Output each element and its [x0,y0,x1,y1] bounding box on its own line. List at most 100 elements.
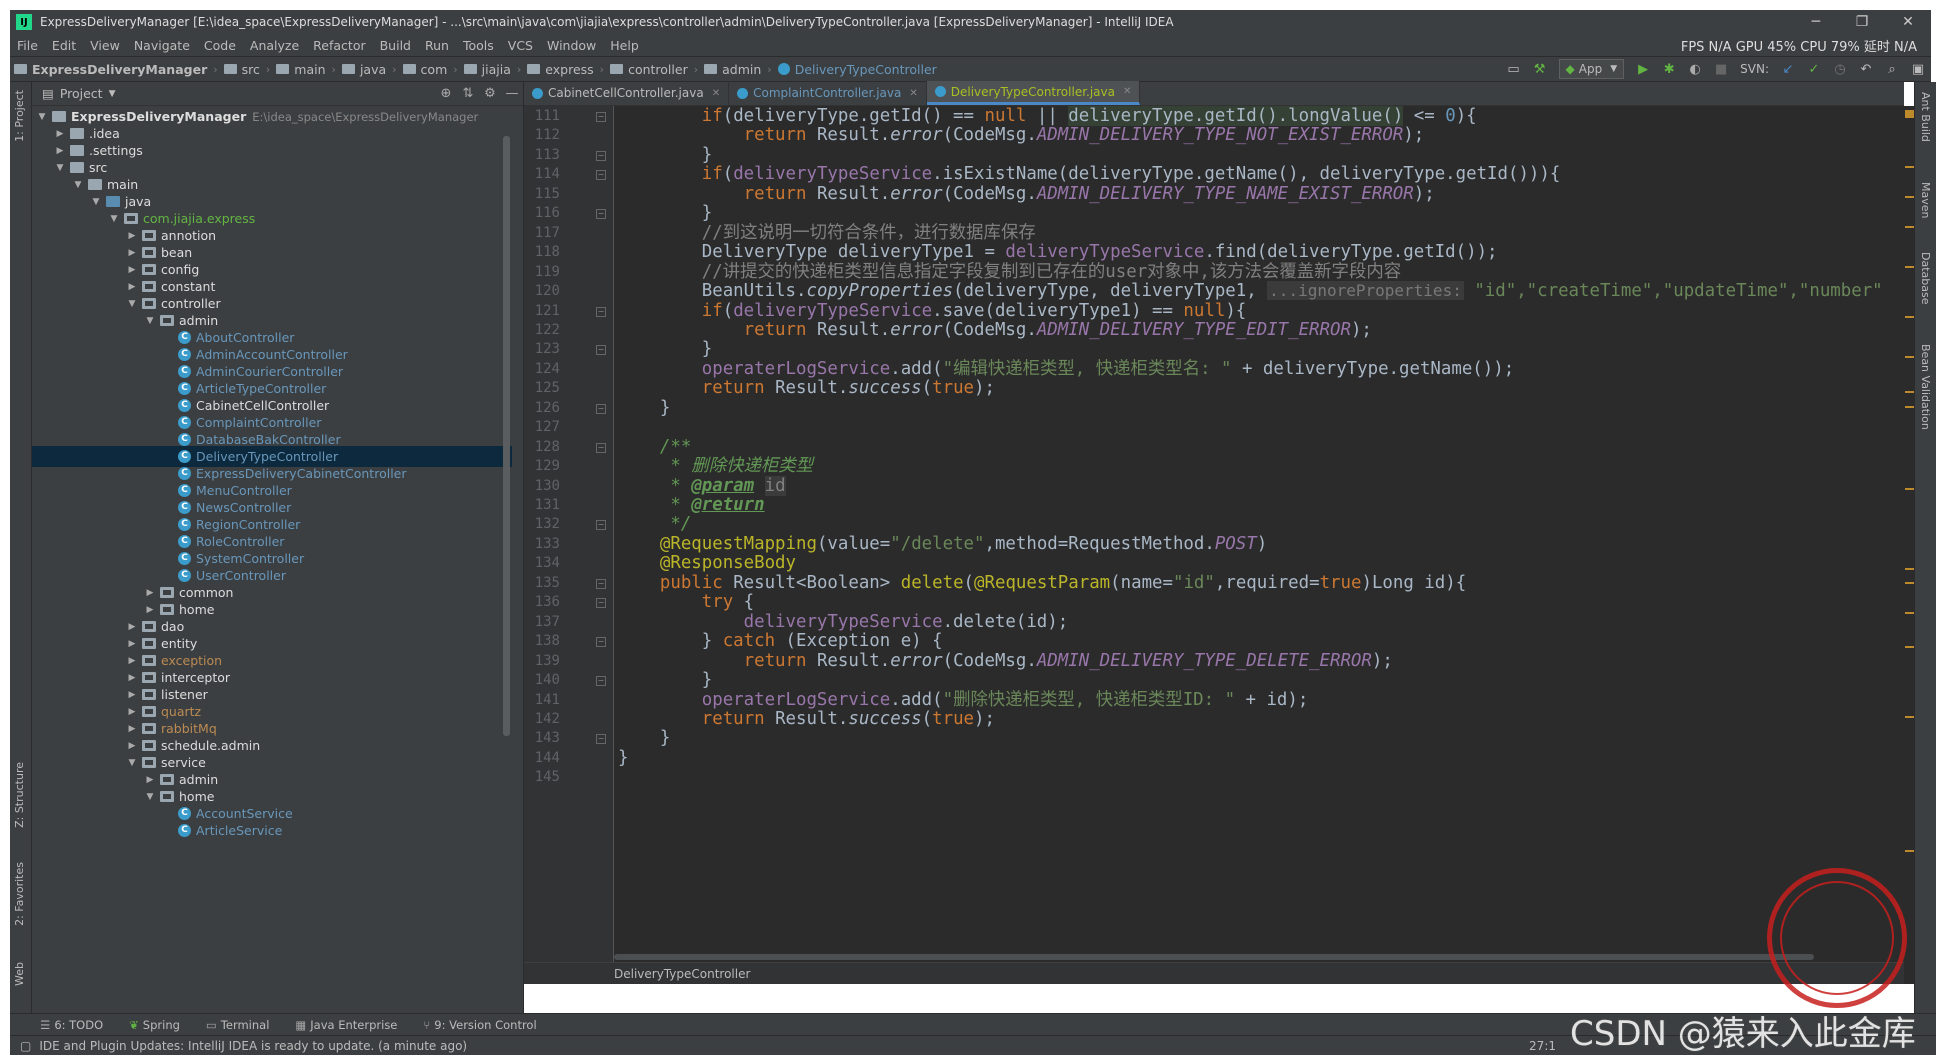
editor-gutter[interactable]: 111 − 112 113 − 114 − 115 116 − 117 118 119 120 121 − 12… [524,106,614,984]
menu-run[interactable]: Run [418,38,456,53]
menu-refactor[interactable]: Refactor [306,38,372,53]
breadcrumb-jiajia[interactable]: jiajia [460,62,515,77]
expand-arrow-icon[interactable]: ▶ [126,622,138,632]
fold-icon[interactable]: − [596,734,606,745]
warning-marker[interactable] [1905,488,1914,490]
warning-marker[interactable] [1905,850,1914,852]
debug-icon[interactable]: ✱ [1658,59,1680,79]
close-icon[interactable]: ✕ [712,88,720,99]
database-tool-tab[interactable]: Database [1919,252,1932,305]
breadcrumb-java[interactable]: java [338,62,390,77]
code-area[interactable]: if(deliveryType.getId() == null || deliv… [618,106,1904,984]
code-line[interactable]: return Result.success(true); [618,376,995,400]
tab-cabinet-cell-controller[interactable]: CabinetCellController.java ✕ [524,81,730,105]
bean-validation-tool-tab[interactable]: Bean Validation [1919,344,1932,430]
warning-marker[interactable] [1905,316,1914,318]
breadcrumb-express[interactable]: express [523,62,597,77]
minimize-button[interactable]: ─ [1793,14,1839,30]
expand-arrow-icon[interactable]: ▼ [90,197,102,207]
expand-arrow-icon[interactable]: ▶ [126,639,138,649]
terminal-tool-button[interactable]: ▭ Terminal [206,1018,269,1032]
tab-complaint-controller[interactable]: ComplaintController.java ✕ [729,81,927,105]
search-icon[interactable]: ⌕ [1881,59,1903,79]
editor-structure-breadcrumb[interactable]: DeliveryTypeController [524,962,1904,984]
gear-icon[interactable]: ⚙ [479,86,501,101]
collapse-all-icon[interactable]: ⇅ [457,86,479,101]
project-structure-icon[interactable]: ▭ [1503,59,1525,79]
expand-arrow-icon[interactable]: ▼ [108,214,120,224]
favorites-tool-tab[interactable]: 2: Favorites [13,862,26,926]
caret-position[interactable]: 27:1 [1529,1039,1556,1053]
status-window-icon[interactable]: ▢ [20,1039,31,1053]
warning-marker[interactable] [1905,582,1914,584]
menu-navigate[interactable]: Navigate [127,38,197,53]
menu-window[interactable]: Window [540,38,603,53]
close-button[interactable]: ✕ [1885,14,1931,30]
warning-marker[interactable] [1905,356,1914,358]
expand-arrow-icon[interactable]: ▶ [54,146,66,156]
menu-view[interactable]: View [83,38,127,53]
code-line[interactable]: return Result.error(CodeMsg.ADMIN_DELIVE… [618,318,1372,342]
java-enterprise-tool-button[interactable]: ▦ Java Enterprise [295,1018,397,1032]
expand-arrow-icon[interactable]: ▶ [126,231,138,241]
inspection-status-icon[interactable] [1905,110,1914,118]
ant-build-tool-tab[interactable]: Ant Build [1919,92,1932,142]
code-editor[interactable]: 111 − 112 113 − 114 − 115 116 − 117 118 119 120 121 − 12… [524,106,1904,984]
menu-help[interactable]: Help [603,38,646,53]
fold-icon[interactable]: − [596,112,606,122]
warning-marker[interactable] [1905,196,1914,198]
warning-marker[interactable] [1905,406,1914,408]
stop-icon[interactable]: ■ [1710,59,1732,79]
fold-icon[interactable]: − [596,170,606,181]
fold-icon[interactable]: − [596,442,606,453]
version-control-tool-button[interactable]: ⑂ 9: Version Control [423,1018,536,1032]
fold-icon[interactable]: − [596,403,606,414]
warning-marker[interactable] [1905,612,1914,614]
tab-delivery-type-controller[interactable]: DeliveryTypeController.java ✕ [926,81,1141,105]
web-tool-tab[interactable]: Web [13,962,26,986]
code-line[interactable]: } [618,746,628,770]
breadcrumb-admin[interactable]: admin [700,62,765,77]
expand-arrow-icon[interactable]: ▼ [126,299,138,309]
expand-arrow-icon[interactable]: ▼ [126,758,138,768]
menu-vcs[interactable]: VCS [501,38,540,53]
spring-tool-button[interactable]: ❦ Spring [129,1018,180,1032]
error-stripe[interactable] [1904,106,1914,984]
revert-icon[interactable]: ↶ [1855,59,1877,79]
build-hammer-icon[interactable]: ⚒ [1529,59,1551,79]
status-message[interactable]: IDE and Plugin Updates: IntelliJ IDEA is… [39,1039,467,1053]
menu-tools[interactable]: Tools [456,38,501,53]
menu-build[interactable]: Build [373,38,418,53]
fold-icon[interactable]: − [596,598,606,609]
expand-arrow-icon[interactable]: ▶ [126,248,138,258]
expand-arrow-icon[interactable]: ▶ [54,129,66,139]
menu-file[interactable]: File [10,38,45,53]
code-line[interactable]: return Result.error(CodeMsg.ADMIN_DELIVE… [618,123,1425,147]
menu-code[interactable]: Code [197,38,243,53]
expand-arrow-icon[interactable]: ▶ [126,707,138,717]
warning-marker[interactable] [1905,266,1914,268]
close-icon[interactable]: ✕ [1123,86,1131,97]
run-config-select[interactable]: ◆ App ▼ [1558,59,1625,79]
editor-horizontal-scrollbar[interactable] [614,954,1814,960]
structure-tool-tab[interactable]: Z: Structure [13,762,26,828]
expand-arrow-icon[interactable]: ▶ [126,673,138,683]
fold-icon[interactable]: − [596,306,606,317]
expand-arrow-icon[interactable]: ▶ [126,724,138,734]
expand-arrow-icon[interactable]: ▼ [36,112,48,122]
breadcrumb-controller[interactable]: controller [606,62,692,77]
code-line[interactable]: return Result.success(true); [618,707,995,731]
breadcrumb-project[interactable]: ExpressDeliveryManager [10,62,211,77]
menu-analyze[interactable]: Analyze [243,38,306,53]
restore-button[interactable]: ❐ [1839,14,1885,30]
toolbox-icon[interactable]: ▣ [1907,59,1929,79]
warning-marker[interactable] [1905,391,1914,393]
code-line[interactable]: return Result.error(CodeMsg.ADMIN_DELIVE… [618,649,1393,673]
tree-node[interactable]: C ArticleService [32,820,512,841]
expand-arrow-icon[interactable]: ▼ [144,316,156,326]
tree-scrollbar[interactable] [503,136,510,736]
code-line[interactable]: return Result.error(CodeMsg.ADMIN_DELIVE… [618,182,1435,206]
expand-arrow-icon[interactable]: ▼ [72,180,84,190]
locate-target-icon[interactable]: ⊕ [435,86,457,101]
code-line[interactable]: } [618,396,670,420]
